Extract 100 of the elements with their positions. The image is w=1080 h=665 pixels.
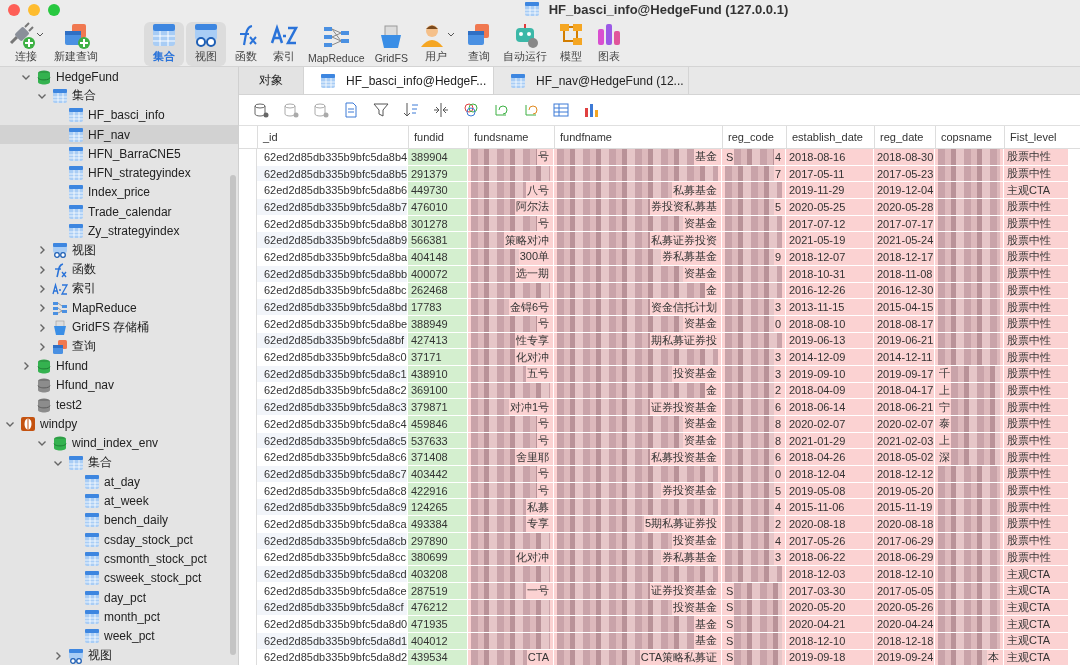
chevron-right-icon[interactable] xyxy=(21,361,31,372)
toolbar-button[interactable]: 用户 xyxy=(413,22,459,66)
toolbar-button[interactable]: 模型 xyxy=(552,22,589,66)
chevron-right-icon[interactable] xyxy=(37,303,47,314)
filter-icon[interactable] xyxy=(373,102,389,118)
document-icon[interactable] xyxy=(343,102,359,118)
chevron-right-icon[interactable] xyxy=(37,283,47,294)
tree-item[interactable]: 查询 xyxy=(72,338,96,356)
cell-text: 资基金 xyxy=(683,433,718,449)
cell-text: 专享 xyxy=(526,516,550,532)
tab[interactable]: 对象 xyxy=(239,67,304,94)
tree-item[interactable]: csmonth_stock_pct xyxy=(104,552,207,567)
toolbar-button[interactable]: 视图 xyxy=(186,22,226,66)
tree-item[interactable]: wind_index_env xyxy=(72,436,159,451)
column-header[interactable]: establish_date xyxy=(786,126,874,148)
tree-item[interactable]: 集合 xyxy=(88,454,112,472)
chevron-right-icon[interactable] xyxy=(53,650,63,661)
cell-text: 券投资私募基 xyxy=(650,199,718,215)
tree-item[interactable]: HFN_strategyindex xyxy=(88,166,191,181)
table-cell: 股票中性 xyxy=(1004,149,1069,166)
table-cell: 股票中性 xyxy=(1004,299,1069,316)
tree-item[interactable]: Hfund xyxy=(56,359,89,374)
column-header[interactable]: _id xyxy=(257,126,408,148)
tree-item[interactable]: csweek_stock_pct xyxy=(104,571,202,586)
toolbar-button[interactable]: GridFS xyxy=(370,22,412,66)
toolbar-button[interactable]: 新建查询 xyxy=(50,22,102,66)
column-header[interactable]: fundid xyxy=(408,126,468,148)
table-cell: 主观CTA xyxy=(1004,566,1069,583)
toolbar-button[interactable]: 连接 xyxy=(3,22,48,66)
toolbar-button[interactable]: MapReduce xyxy=(304,22,369,66)
chevron-right-icon[interactable] xyxy=(37,341,47,352)
tree-item[interactable]: 视图 xyxy=(72,241,96,259)
tree-item[interactable]: HF_nav xyxy=(88,127,131,142)
cell-text: 资基金 xyxy=(683,216,718,232)
grid-icon[interactable] xyxy=(553,102,569,118)
refresh-icon[interactable] xyxy=(523,102,539,118)
cell-text: 本 xyxy=(987,649,1000,665)
tree-item[interactable]: windpy xyxy=(40,417,78,431)
table-cell: 2014-12-09 xyxy=(786,349,874,366)
chevron-right-icon[interactable] xyxy=(37,264,47,275)
close-button[interactable] xyxy=(8,4,20,16)
tree-item[interactable]: test2 xyxy=(56,397,82,412)
tree-item[interactable]: at_week xyxy=(104,494,149,509)
sort-icon[interactable] xyxy=(403,102,419,118)
scrollbar-thumb[interactable] xyxy=(230,175,236,655)
chevron-right-icon[interactable] xyxy=(37,322,47,333)
tree-item[interactable]: 索引 xyxy=(72,280,96,298)
database-icon[interactable] xyxy=(253,102,269,118)
redaction-mosaic xyxy=(938,199,1000,215)
cell-text: 3 xyxy=(773,351,782,364)
tree-item[interactable]: bench_daily xyxy=(104,513,169,528)
tab[interactable]: HF_nav@HedgeFund (12... xyxy=(494,67,689,94)
toolbar-button[interactable]: 图表 xyxy=(590,22,627,66)
cell-text: S xyxy=(725,150,735,163)
toolbar-button[interactable]: 自动运行 xyxy=(498,22,551,66)
table-cell: 2018-12-03 xyxy=(786,566,874,583)
chart-icon[interactable] xyxy=(583,102,599,118)
refresh-icon[interactable] xyxy=(493,102,509,118)
tree-item[interactable]: 集合 xyxy=(72,87,96,105)
tree-item[interactable]: 视图 xyxy=(88,647,112,665)
chevron-down-icon[interactable] xyxy=(5,419,15,429)
index-icon xyxy=(52,280,68,297)
cell-text: CTA策略私募证 xyxy=(639,649,718,665)
cell-text: 资金信托计划 xyxy=(650,299,718,315)
column-header[interactable]: Fist_level xyxy=(1004,126,1069,148)
column-header[interactable]: copsname xyxy=(935,126,1004,148)
tree-item[interactable]: Index_price xyxy=(88,185,151,200)
tree-item[interactable]: Trade_calendar xyxy=(88,204,172,219)
tree-item[interactable]: week_pct xyxy=(104,629,155,644)
cell-text: 对冲1号 xyxy=(508,399,550,415)
split-icon[interactable] xyxy=(433,102,449,118)
tree-item[interactable]: month_pct xyxy=(104,609,161,624)
tree-item[interactable]: MapReduce xyxy=(72,301,137,316)
column-header[interactable]: reg_date xyxy=(874,126,935,148)
toolbar-button[interactable]: 查询 xyxy=(460,22,497,66)
tree-item[interactable]: HedgeFund xyxy=(56,69,119,84)
cell-text: 6 xyxy=(773,451,782,464)
tab[interactable]: HF_basci_info@HedgeF... xyxy=(304,67,494,94)
cell-text: 3 xyxy=(773,367,782,380)
toolbar-button[interactable]: 函数 xyxy=(228,22,264,66)
tree-item[interactable]: Zy_strategyindex xyxy=(88,224,180,238)
view-icon xyxy=(52,242,68,259)
tree-item[interactable]: csday_stock_pct xyxy=(104,532,193,547)
tree-item[interactable]: HFN_BarraCNE5 xyxy=(88,146,181,161)
circles-icon[interactable] xyxy=(463,102,479,118)
tree-item[interactable]: Hfund_nav xyxy=(56,378,115,393)
toolbar-button[interactable]: 索引 xyxy=(266,22,302,66)
cell-text: 证券投资基金 xyxy=(650,583,718,599)
column-header[interactable]: reg_code xyxy=(722,126,786,148)
column-header[interactable]: fundfname xyxy=(554,126,722,148)
redaction-mosaic xyxy=(951,449,1000,466)
tree-item[interactable]: HF_basci_info xyxy=(88,108,165,123)
tree-item[interactable]: day_pct xyxy=(104,590,147,605)
tree-item[interactable]: 函数 xyxy=(72,261,96,279)
table-cell: 471935 xyxy=(408,616,468,633)
chevron-right-icon[interactable] xyxy=(37,245,47,256)
tree-item[interactable]: GridFS 存储桶 xyxy=(72,319,150,336)
column-header[interactable]: fundsname xyxy=(468,126,554,148)
table-cell: 2018-12-07 xyxy=(786,249,874,266)
tree-item[interactable]: at_day xyxy=(104,474,141,489)
